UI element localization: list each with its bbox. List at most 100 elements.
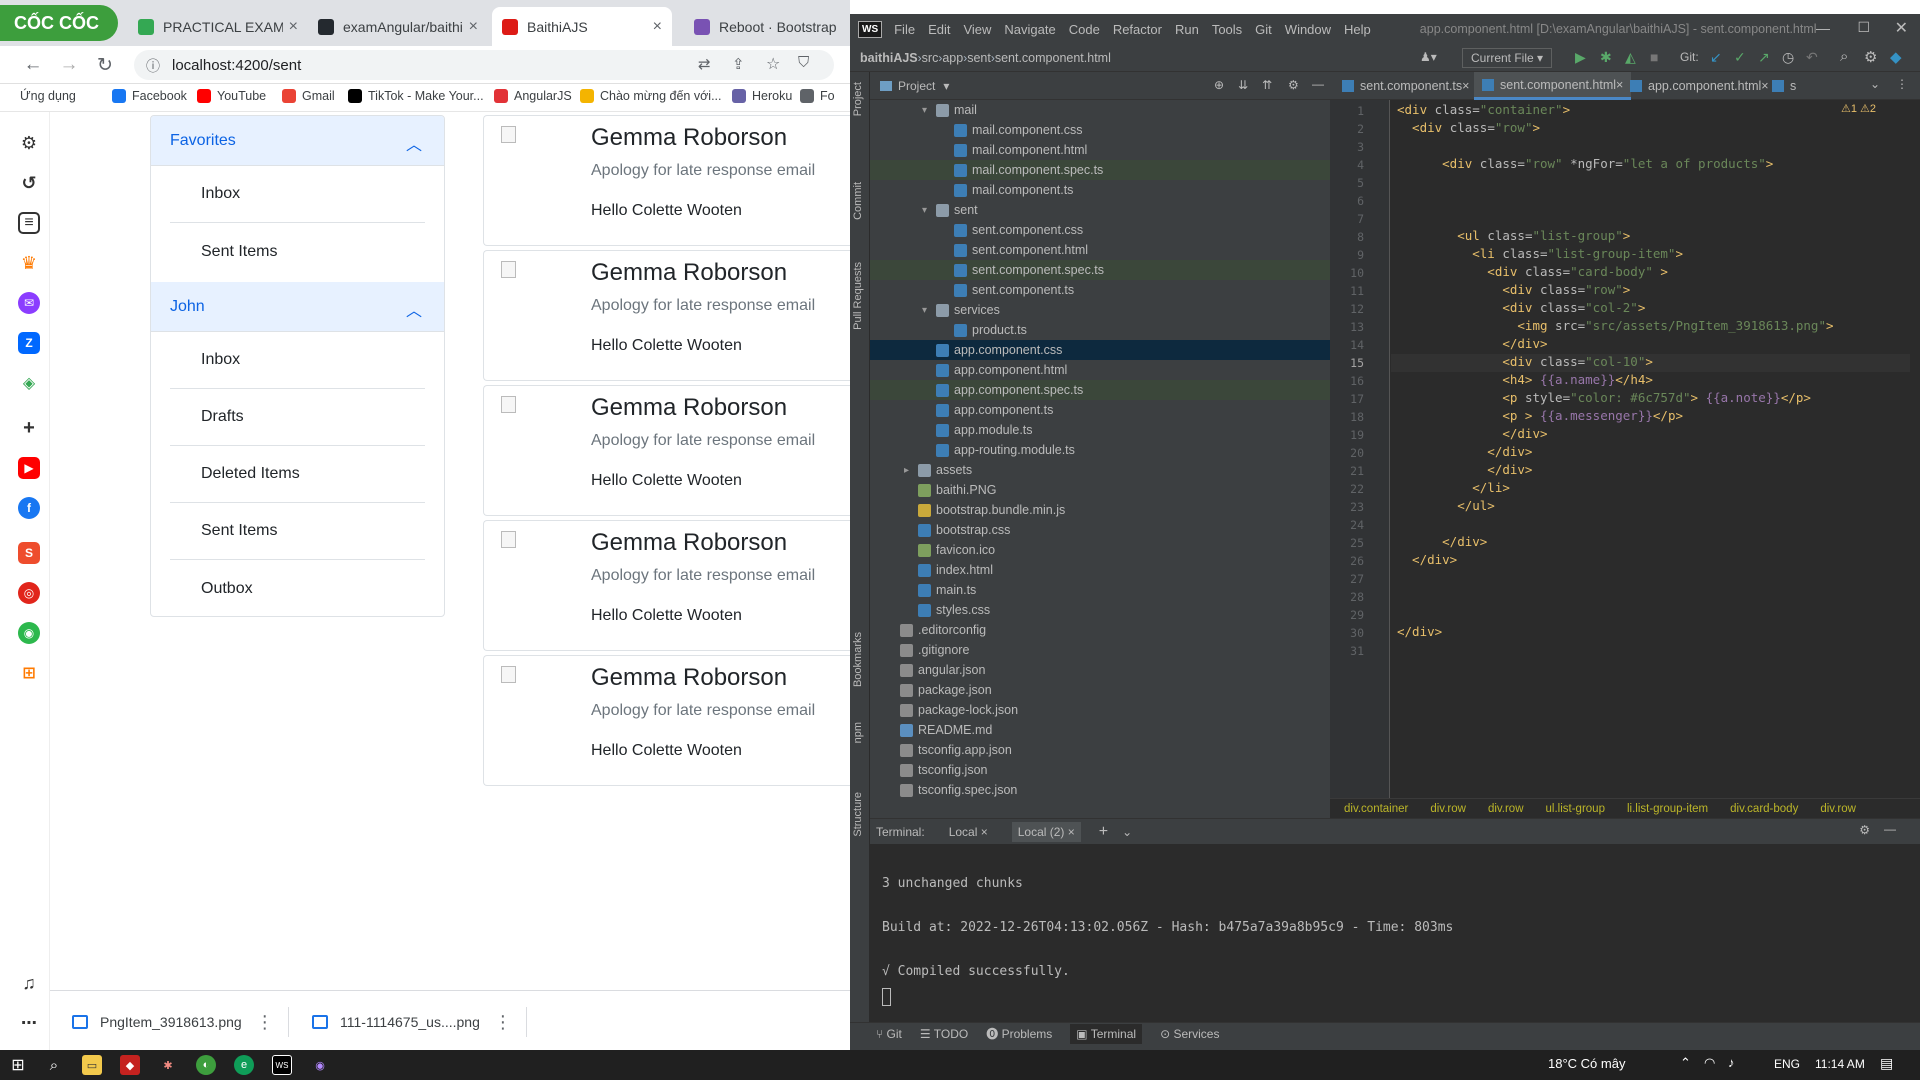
- more-options-icon[interactable]: ⋮: [256, 1012, 274, 1033]
- file-explorer-icon[interactable]: ▭: [82, 1055, 102, 1075]
- terminal-tab[interactable]: Local (2) ×: [1011, 821, 1081, 842]
- breadcrumb-item[interactable]: li.list-group-item: [1627, 803, 1708, 815]
- tree-file[interactable]: app.component.html: [870, 360, 1330, 380]
- tree-file[interactable]: app.component.css: [870, 340, 1330, 360]
- browser-tab[interactable]: Reboot · Bootstrap: [684, 7, 850, 46]
- accordion-item[interactable]: Inbox: [170, 332, 425, 389]
- network-icon[interactable]: ◠: [1704, 1055, 1715, 1071]
- breadcrumb-item[interactable]: div.card-body: [1730, 803, 1798, 815]
- message-card[interactable]: Gemma Roborson Apology for late response …: [483, 520, 850, 651]
- tree-file[interactable]: main.ts: [870, 580, 1330, 600]
- tabs-more-icon[interactable]: ⋮: [1896, 77, 1908, 91]
- taskbar-search-icon[interactable]: ⌕: [44, 1055, 64, 1075]
- run-config-select[interactable]: Current File ▾: [1462, 48, 1553, 68]
- browser-tab[interactable]: examAngular/baithi ×: [308, 7, 488, 46]
- tab-close-icon[interactable]: ×: [1462, 79, 1469, 93]
- tree-folder[interactable]: ▾ mail: [870, 100, 1330, 120]
- tree-file[interactable]: mail.component.css: [870, 120, 1330, 140]
- menu-item[interactable]: Tools: [1212, 22, 1242, 37]
- terminal-settings-icon[interactable]: ⚙: [1859, 823, 1870, 837]
- bookmark-item[interactable]: Chào mừng đến với...: [580, 89, 721, 103]
- breadcrumb-item[interactable]: div.container: [1344, 803, 1408, 815]
- lazada-icon[interactable]: ◎: [18, 582, 40, 604]
- webstorm-taskbar-icon[interactable]: WS: [272, 1055, 292, 1075]
- terminal-hide-icon[interactable]: —: [1884, 822, 1896, 836]
- shield-icon[interactable]: ⛉: [798, 54, 809, 71]
- tool-window-button[interactable]: ⓿ Problems: [986, 1025, 1052, 1042]
- maximize-icon[interactable]: ☐: [1857, 19, 1870, 36]
- browser-tab[interactable]: BaithiAJS ×: [492, 7, 672, 46]
- bookmark-item[interactable]: Ứng dụng: [20, 89, 76, 103]
- notes-icon[interactable]: ≡: [18, 212, 40, 234]
- game-icon[interactable]: ◈: [18, 372, 40, 394]
- app-pink-icon[interactable]: ✱: [158, 1055, 178, 1075]
- menu-item[interactable]: Git: [1255, 22, 1272, 37]
- menu-item[interactable]: Help: [1344, 22, 1371, 37]
- chevron-down-icon[interactable]: ▾: [922, 205, 936, 216]
- accordion-header[interactable]: John ︿: [151, 282, 444, 332]
- bookmark-item[interactable]: YouTube: [197, 89, 266, 103]
- search-icon[interactable]: ⌕: [1840, 48, 1848, 65]
- menu-item[interactable]: Code: [1069, 22, 1100, 37]
- menu-item[interactable]: Run: [1175, 22, 1199, 37]
- youtube-icon[interactable]: ▶: [18, 457, 40, 479]
- terminal-output[interactable]: 3 unchanged chunks Build at: 2022-12-26T0…: [870, 844, 1920, 1024]
- download-item[interactable]: PngItem_3918613.png ⋮: [72, 1007, 289, 1037]
- debug-icon[interactable]: ✱: [1600, 49, 1612, 66]
- terminal-tab[interactable]: Local ×: [949, 825, 988, 839]
- nav-path-segment[interactable]: app: [942, 51, 963, 65]
- app-purple-icon[interactable]: ◉: [310, 1055, 330, 1075]
- git-push-icon[interactable]: ↗: [1758, 49, 1770, 66]
- map-icon[interactable]: ◉: [18, 622, 40, 644]
- menu-item[interactable]: Refactor: [1113, 22, 1162, 37]
- notification-center-icon[interactable]: ▤: [1880, 1055, 1893, 1072]
- tree-file[interactable]: .editorconfig: [870, 620, 1330, 640]
- bookmark-item[interactable]: AngularJS: [494, 89, 572, 103]
- notification-bell-icon[interactable]: ♫: [18, 972, 40, 994]
- settings-gear-icon[interactable]: ⚙: [1864, 48, 1877, 66]
- tree-file[interactable]: app-routing.module.ts: [870, 440, 1330, 460]
- shopee-icon[interactable]: S: [18, 542, 40, 564]
- tree-folder[interactable]: ▾ sent: [870, 200, 1330, 220]
- tree-file[interactable]: mail.component.ts: [870, 180, 1330, 200]
- tab-close-icon[interactable]: ×: [469, 18, 478, 36]
- accordion-item[interactable]: Drafts: [170, 389, 425, 446]
- history-icon[interactable]: ↺: [18, 172, 40, 194]
- back-icon[interactable]: ←: [20, 52, 46, 78]
- info-icon[interactable]: ⓘ: [146, 56, 160, 76]
- tree-file[interactable]: bootstrap.css: [870, 520, 1330, 540]
- tab-close-icon[interactable]: ×: [289, 18, 298, 36]
- tree-file[interactable]: app.module.ts: [870, 420, 1330, 440]
- tool-window-tab[interactable]: Bookmarks: [852, 632, 864, 687]
- tree-file[interactable]: baithi.PNG: [870, 480, 1330, 500]
- tab-close-icon[interactable]: ×: [977, 825, 988, 839]
- minimize-icon[interactable]: —: [1816, 20, 1830, 36]
- tree-file[interactable]: product.ts: [870, 320, 1330, 340]
- user-icon[interactable]: ♟▾: [1420, 50, 1437, 64]
- message-card[interactable]: Gemma Roborson Apology for late response …: [483, 250, 850, 381]
- tree-file[interactable]: bootstrap.bundle.min.js: [870, 500, 1330, 520]
- tree-file[interactable]: tsconfig.spec.json: [870, 780, 1330, 800]
- message-card[interactable]: Gemma Roborson Apology for late response …: [483, 655, 850, 786]
- tree-file[interactable]: sent.component.html: [870, 240, 1330, 260]
- share-icon[interactable]: ⇪: [732, 55, 745, 73]
- tree-file[interactable]: styles.css: [870, 600, 1330, 620]
- new-terminal-icon[interactable]: +: [1099, 823, 1108, 841]
- menu-item[interactable]: Edit: [928, 22, 950, 37]
- address-bar[interactable]: ⓘ localhost:4200/sent ⇄ ⇪ ☆ ⛉: [134, 50, 834, 80]
- menu-item[interactable]: File: [894, 22, 915, 37]
- bookmark-star-icon[interactable]: ☆: [766, 54, 780, 74]
- forward-icon[interactable]: →: [56, 52, 82, 78]
- bookmark-item[interactable]: Heroku: [732, 89, 792, 103]
- reload-icon[interactable]: ↻: [92, 52, 118, 78]
- tray-chevron-icon[interactable]: ⌃: [1680, 1055, 1691, 1071]
- menu-item[interactable]: View: [963, 22, 991, 37]
- project-label[interactable]: Project: [898, 79, 935, 93]
- stop-icon[interactable]: ■: [1650, 49, 1658, 65]
- accordion-item[interactable]: Deleted Items: [170, 446, 425, 503]
- zalo-icon[interactable]: Z: [18, 332, 40, 354]
- tool-window-button[interactable]: ⑂ Git: [876, 1027, 902, 1041]
- locate-icon[interactable]: ⊕: [1214, 78, 1224, 92]
- tree-file[interactable]: sent.component.ts: [870, 280, 1330, 300]
- edge-icon[interactable]: e: [234, 1055, 254, 1075]
